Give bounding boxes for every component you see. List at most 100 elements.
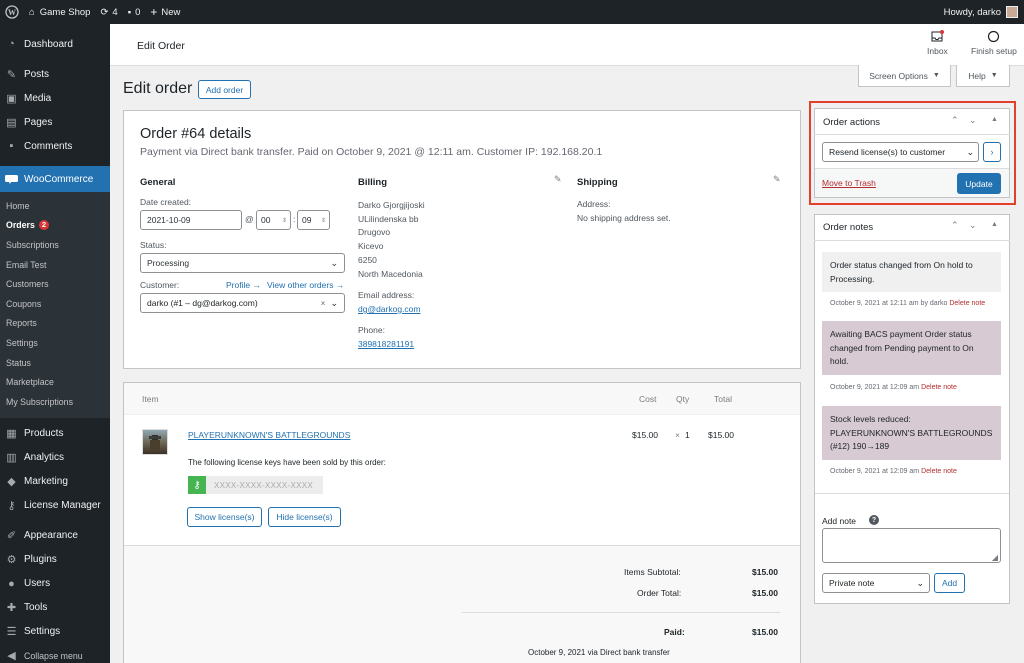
- move-down-arrow-icon[interactable]: ⌄: [969, 220, 977, 231]
- inbox-button[interactable]: Inbox: [927, 30, 948, 56]
- screen-options-button[interactable]: Screen Options ▼: [858, 65, 951, 87]
- submenu-item-subscriptions[interactable]: Subscriptions: [0, 235, 110, 255]
- sidebar-item-products[interactable]: ▦ Products: [0, 422, 110, 446]
- finish-setup-label: Finish setup: [971, 46, 1017, 56]
- update-button[interactable]: Update: [957, 173, 1001, 194]
- delete-note-link[interactable]: Delete note: [921, 384, 957, 391]
- move-up-arrow-icon[interactable]: ⌃: [951, 220, 959, 231]
- submenu-item-customers[interactable]: Customers: [0, 274, 110, 294]
- sidebar-item-woocommerce[interactable]: WooCommerce: [0, 166, 110, 192]
- submenu-label: Home: [6, 200, 30, 211]
- note-meta: October 9, 2021 at 12:09 am Delete note: [830, 384, 957, 391]
- account-menu[interactable]: Howdy, darko: [939, 0, 1024, 24]
- help-tip-icon[interactable]: ?: [869, 515, 879, 525]
- minute-input[interactable]: 09 ⇕: [297, 210, 330, 230]
- submenu-item-status[interactable]: Status: [0, 353, 110, 373]
- hour-input[interactable]: 00 ⇕: [256, 210, 291, 230]
- move-down-arrow-icon[interactable]: ⌄: [969, 115, 977, 126]
- product-thumbnail[interactable]: [142, 429, 168, 455]
- items-subtotal-label: Items Subtotal:: [624, 567, 681, 577]
- order-note: Order status changed from On hold to Pro…: [822, 252, 1001, 292]
- billing-address-line: ULilindenska bb: [358, 213, 419, 224]
- updates-link[interactable]: ⟳ 4: [95, 0, 122, 24]
- date-created-input[interactable]: 2021-10-09: [140, 210, 242, 230]
- collapse-toggle-icon[interactable]: ▲: [991, 221, 998, 228]
- collapse-icon: ◀: [7, 650, 16, 663]
- edit-billing-pencil-icon[interactable]: ✎: [554, 174, 562, 185]
- comments-link[interactable]: ▪ 0: [123, 0, 146, 24]
- billing-address-line: 6250: [358, 254, 377, 265]
- delete-note-link[interactable]: Delete note: [921, 468, 957, 475]
- collapse-toggle-icon[interactable]: ▲: [991, 116, 998, 123]
- resize-handle-icon[interactable]: ◢: [992, 553, 998, 562]
- inbox-icon: [927, 30, 948, 46]
- phone-link[interactable]: 389818281191: [358, 339, 414, 349]
- submenu-item-home[interactable]: Home: [0, 196, 110, 216]
- email-link[interactable]: dg@darkog.com: [358, 304, 421, 314]
- sidebar-item-tools[interactable]: ✚ Tools: [0, 596, 110, 620]
- wordpress-logo-icon[interactable]: W: [0, 0, 24, 24]
- paid-value: $15.00: [752, 627, 778, 637]
- help-button[interactable]: Help ▼: [956, 65, 1010, 87]
- sidebar-item-users[interactable]: ● Users: [0, 572, 110, 596]
- sidebar-item-appearance[interactable]: ✐ Appearance: [0, 524, 110, 548]
- submenu-item-email-test[interactable]: Email Test: [0, 255, 110, 275]
- submenu-item-marketplace[interactable]: Marketplace: [0, 372, 110, 392]
- order-notes-title: Order notes: [823, 222, 874, 233]
- delete-note-link[interactable]: Delete note: [949, 300, 985, 307]
- submenu-item-my-subscriptions[interactable]: My Subscriptions: [0, 392, 110, 412]
- submenu-item-reports[interactable]: Reports: [0, 314, 110, 334]
- sidebar-item-license-manager[interactable]: ⚷ License Manager: [0, 494, 110, 518]
- hide-licenses-button[interactable]: Hide license(s): [268, 507, 341, 527]
- submenu-label: Customers: [6, 279, 49, 290]
- date-created-label: Date created:: [140, 197, 192, 207]
- status-select[interactable]: Processing ⌄: [140, 253, 345, 273]
- note-type-select[interactable]: Private note ⌄: [822, 573, 930, 593]
- add-order-button[interactable]: Add order: [198, 80, 251, 99]
- submenu-item-orders[interactable]: Orders 2: [0, 216, 110, 236]
- sidebar-item-media[interactable]: ▣ Media: [0, 86, 110, 110]
- help-label: Help: [968, 70, 986, 81]
- updates-icon: ⟳: [100, 6, 109, 18]
- profile-link[interactable]: Profile →: [226, 280, 261, 290]
- move-up-arrow-icon[interactable]: ⌃: [951, 115, 959, 126]
- license-keys-text: The following license keys have been sol…: [188, 458, 386, 467]
- sidebar-item-pages[interactable]: ▤ Pages: [0, 110, 110, 134]
- edit-shipping-pencil-icon[interactable]: ✎: [773, 174, 781, 185]
- product-name-link[interactable]: PLAYERUNKNOWN'S BATTLEGROUNDS: [188, 430, 350, 440]
- sidebar-item-label: Comments: [24, 140, 73, 152]
- move-to-trash-link[interactable]: Move to Trash: [822, 178, 876, 188]
- apply-action-button[interactable]: ›: [983, 142, 1001, 162]
- site-name-link[interactable]: ⌂ Game Shop: [24, 0, 95, 24]
- show-licenses-button[interactable]: Show license(s): [187, 507, 262, 527]
- finish-setup-button[interactable]: Finish setup: [971, 30, 1017, 56]
- inbox-label: Inbox: [927, 46, 948, 56]
- billing-address: Darko Gjorgjijoski ULilindenska bb Drugovo…: [358, 199, 425, 281]
- submenu-item-coupons[interactable]: Coupons: [0, 294, 110, 314]
- note-textarea[interactable]: ◢: [822, 528, 1001, 563]
- collapse-menu-button[interactable]: ◀ Collapse menu: [0, 644, 110, 663]
- sidebar-item-analytics[interactable]: ▥ Analytics: [0, 446, 110, 470]
- sidebar-item-marketing[interactable]: ◆ Marketing: [0, 470, 110, 494]
- chevron-down-icon: ⌄: [966, 146, 974, 157]
- sidebar-item-plugins[interactable]: ⚙ Plugins: [0, 548, 110, 572]
- order-total-value: $15.00: [752, 588, 778, 598]
- note-meta: October 9, 2021 at 12:11 am by darko Del…: [830, 300, 985, 307]
- view-other-orders-link[interactable]: View other orders →: [267, 280, 344, 290]
- order-totals-area: [124, 545, 800, 663]
- new-content-link[interactable]: + New: [145, 0, 185, 24]
- add-note-button[interactable]: Add: [934, 573, 965, 593]
- new-label: New: [161, 6, 181, 18]
- chevron-down-icon: ⌄: [330, 257, 338, 268]
- sidebar-item-dashboard[interactable]: ◔ Dashboard: [0, 32, 110, 56]
- total-column-header: Total: [714, 394, 732, 404]
- sidebar-item-settings[interactable]: ☰ Settings: [0, 620, 110, 644]
- sidebar-item-posts[interactable]: ✎ Posts: [0, 62, 110, 86]
- clear-icon[interactable]: ×: [321, 299, 326, 308]
- sidebar-item-comments[interactable]: ▪ Comments: [0, 134, 110, 158]
- order-action-select[interactable]: Resend license(s) to customer ⌄: [822, 142, 979, 162]
- submenu-item-settings[interactable]: Settings: [0, 333, 110, 353]
- minute-value: 09: [302, 215, 312, 225]
- customer-select[interactable]: darko (#1 – dg@darkog.com) × ⌄: [140, 293, 345, 313]
- dashboard-icon: ◔: [8, 38, 15, 50]
